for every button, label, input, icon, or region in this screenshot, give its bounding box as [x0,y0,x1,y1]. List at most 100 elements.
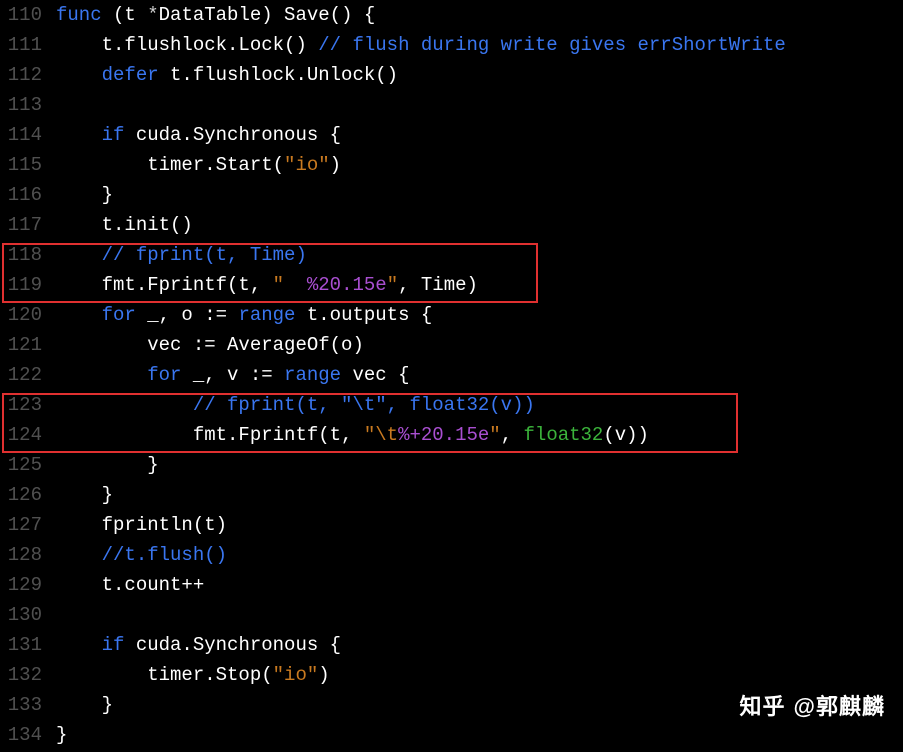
code-line[interactable]: 131 if cuda.Synchronous { [0,630,903,660]
token-comment: // fprint(t, Time) [102,244,307,266]
token-fn: vec { [352,364,409,386]
code-line[interactable]: 134} [0,720,903,750]
line-number: 116 [0,180,56,210]
token-str: " [273,274,307,296]
code-content[interactable]: timer.Stop("io") [56,660,903,690]
code-line[interactable]: 125 } [0,450,903,480]
code-line[interactable]: 129 t.count++ [0,570,903,600]
token-fn [56,394,193,416]
code-line[interactable]: 123 // fprint(t, "\t", float32(v)) [0,390,903,420]
token-str: "io" [273,664,319,686]
token-kw: range [284,364,352,386]
code-line[interactable]: 120 for _, o := range t.outputs { [0,300,903,330]
token-fn: } [56,184,113,206]
token-fn [56,124,102,146]
line-number: 112 [0,60,56,90]
line-number: 117 [0,210,56,240]
code-line[interactable]: 128 //t.flush() [0,540,903,570]
code-content[interactable]: } [56,180,903,210]
token-fn: t.flushlock.Lock() [56,34,318,56]
line-number: 128 [0,540,56,570]
token-fn: (t [113,4,147,26]
token-str: " [387,274,398,296]
token-fn: _, v := [193,364,284,386]
token-fn: timer.Start( [56,154,284,176]
code-line[interactable]: 110func (t *DataTable) Save() { [0,0,903,30]
line-number: 126 [0,480,56,510]
token-str: "\t [364,424,398,446]
code-content[interactable]: //t.flush() [56,540,903,570]
token-fn: } [56,694,113,716]
code-editor[interactable]: 110func (t *DataTable) Save() {111 t.flu… [0,0,903,750]
token-fn [56,304,102,326]
line-number: 120 [0,300,56,330]
token-type: float32 [524,424,604,446]
code-content[interactable]: if cuda.Synchronous { [56,630,903,660]
token-kw: if [102,634,136,656]
code-line[interactable]: 111 t.flushlock.Lock() // flush during w… [0,30,903,60]
token-kw: range [238,304,306,326]
token-fn: fmt.Fprintf(t, [56,274,273,296]
code-content[interactable]: t.flushlock.Lock() // flush during write… [56,30,903,60]
code-content[interactable]: func (t *DataTable) Save() { [56,0,903,30]
code-content[interactable]: for _, o := range t.outputs { [56,300,903,330]
code-line[interactable]: 113 [0,90,903,120]
code-line[interactable]: 119 fmt.Fprintf(t, " %20.15e", Time) [0,270,903,300]
token-fn: cuda.Synchronous { [136,124,341,146]
watermark-author: @郭麒麟 [794,692,885,722]
line-number: 132 [0,660,56,690]
token-fn: DataTable) Save() { [159,4,376,26]
code-line[interactable]: 121 vec := AverageOf(o) [0,330,903,360]
line-number: 131 [0,630,56,660]
code-content[interactable]: } [56,480,903,510]
code-content[interactable]: // fprint(t, "\t", float32(v)) [56,390,903,420]
code-line[interactable]: 126 } [0,480,903,510]
token-fn: _, o := [147,304,238,326]
token-kw: func [56,4,113,26]
line-number: 123 [0,390,56,420]
code-content[interactable]: fmt.Fprintf(t, " %20.15e", Time) [56,270,903,300]
line-number: 127 [0,510,56,540]
code-content[interactable]: for _, v := range vec { [56,360,903,390]
code-line[interactable]: 112 defer t.flushlock.Unlock() [0,60,903,90]
token-fn: cuda.Synchronous { [136,634,341,656]
code-content[interactable]: // fprint(t, Time) [56,240,903,270]
token-comment: // flush during write gives errShortWrit… [318,34,785,56]
code-content[interactable]: fmt.Fprintf(t, "\t%+20.15e", float32(v)) [56,420,903,450]
token-fn: ) [330,154,341,176]
code-content[interactable]: t.init() [56,210,903,240]
token-str: " [489,424,500,446]
code-line[interactable]: 118 // fprint(t, Time) [0,240,903,270]
token-fn: , [501,424,524,446]
code-content[interactable]: fprintln(t) [56,510,903,540]
code-content[interactable]: defer t.flushlock.Unlock() [56,60,903,90]
code-line[interactable]: 132 timer.Stop("io") [0,660,903,690]
token-fn [56,544,102,566]
code-line[interactable]: 114 if cuda.Synchronous { [0,120,903,150]
code-content[interactable]: } [56,720,903,750]
code-line[interactable]: 115 timer.Start("io") [0,150,903,180]
line-number: 125 [0,450,56,480]
code-line[interactable]: 130 [0,600,903,630]
code-content[interactable]: vec := AverageOf(o) [56,330,903,360]
token-fn: (v)) [603,424,649,446]
code-line[interactable]: 116 } [0,180,903,210]
code-content[interactable]: timer.Start("io") [56,150,903,180]
token-comment: // fprint(t, "\t", float32(v)) [193,394,535,416]
code-content[interactable]: t.count++ [56,570,903,600]
token-fn: t.count++ [56,574,204,596]
code-line[interactable]: 117 t.init() [0,210,903,240]
line-number: 124 [0,420,56,450]
code-line[interactable]: 127 fprintln(t) [0,510,903,540]
code-line[interactable]: 122 for _, v := range vec { [0,360,903,390]
token-fn [56,64,102,86]
token-comment: //t.flush() [102,544,227,566]
line-number: 118 [0,240,56,270]
token-fn: t.outputs { [307,304,432,326]
token-fn: fprintln(t) [56,514,227,536]
token-fn [56,634,102,656]
code-content[interactable]: } [56,450,903,480]
code-content[interactable]: if cuda.Synchronous { [56,120,903,150]
token-kw: for [102,304,148,326]
code-line[interactable]: 124 fmt.Fprintf(t, "\t%+20.15e", float32… [0,420,903,450]
